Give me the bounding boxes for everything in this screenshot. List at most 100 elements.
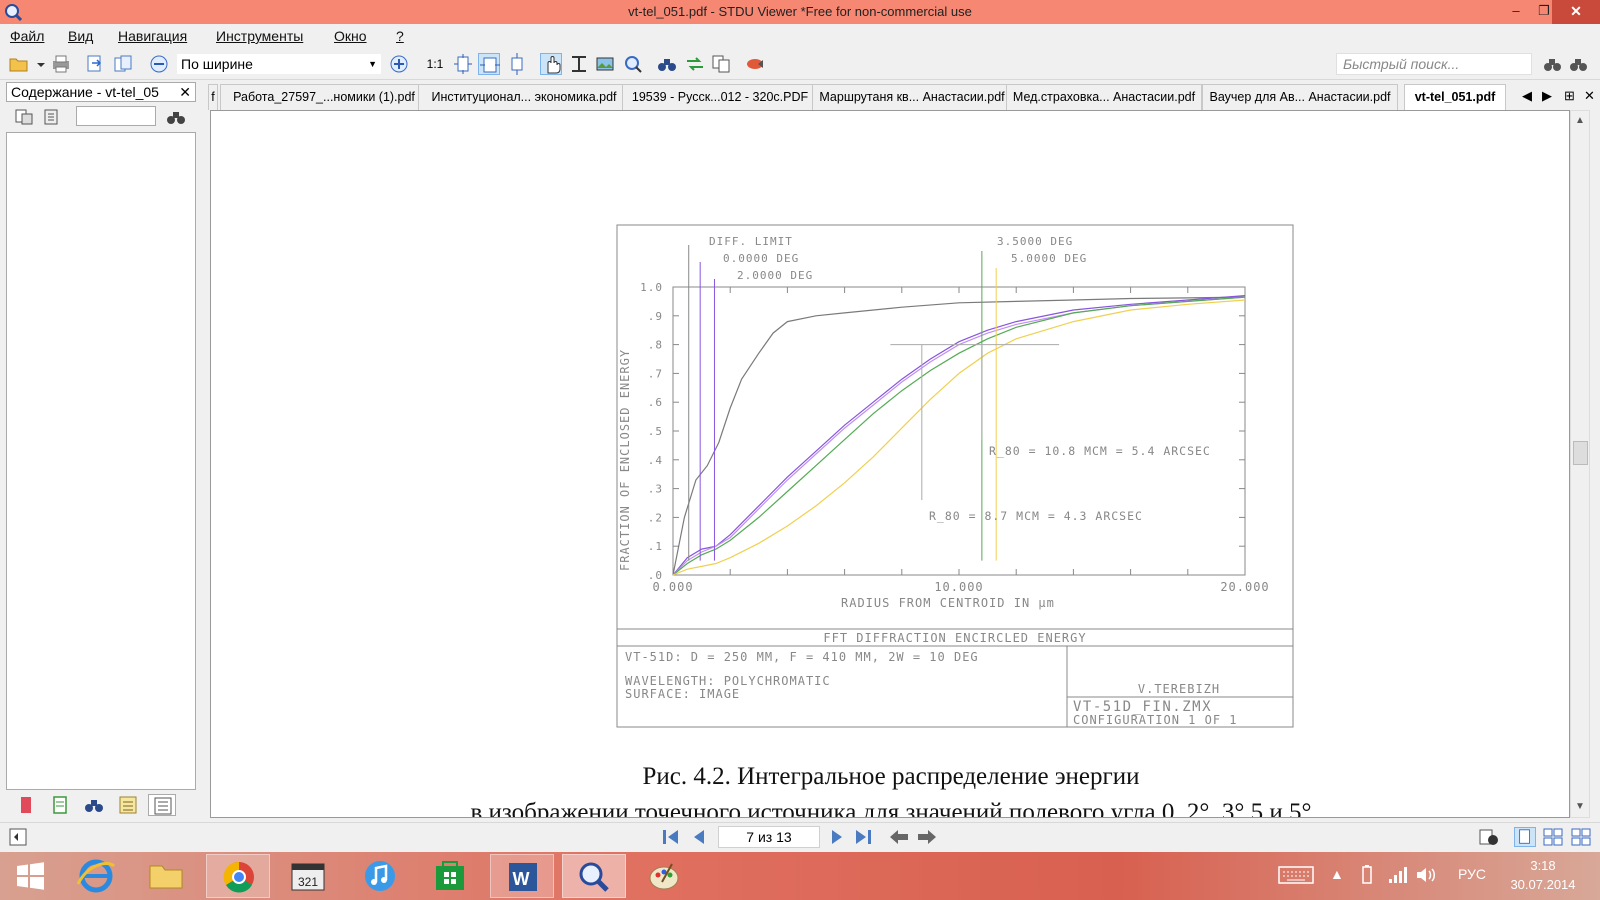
- history-back-icon[interactable]: [888, 827, 910, 847]
- keyboard-icon[interactable]: [1278, 864, 1314, 889]
- bookmarks-tab-icon[interactable]: [12, 794, 40, 816]
- magnifier-tool-icon[interactable]: [622, 53, 644, 75]
- internet-explorer-icon[interactable]: [64, 854, 128, 898]
- image-select-icon[interactable]: [594, 53, 616, 75]
- zoom-out-icon[interactable]: [148, 53, 170, 75]
- stdu-viewer-icon[interactable]: [562, 854, 626, 898]
- single-page-view-icon[interactable]: [1514, 827, 1536, 847]
- close-tab-icon[interactable]: ✕: [1584, 84, 1595, 108]
- hand-tool-icon[interactable]: [540, 53, 562, 75]
- tab-document[interactable]: Работа_27597_...номики (1).pdf: [220, 84, 428, 110]
- fit-page-icon[interactable]: [452, 53, 474, 75]
- paint-icon[interactable]: [632, 854, 696, 898]
- store-icon[interactable]: [418, 854, 482, 898]
- contents-tree[interactable]: [6, 132, 196, 790]
- menu-navigation[interactable]: Навигация: [118, 28, 187, 44]
- annotations-tab-icon[interactable]: [114, 794, 142, 816]
- legend-deg2: 2.0000 DEG: [737, 269, 813, 282]
- y-tick-label: .6: [648, 396, 663, 409]
- actual-size-button[interactable]: 1:1: [424, 53, 446, 75]
- menu-window[interactable]: Окно: [334, 28, 367, 44]
- volume-icon[interactable]: [1414, 864, 1436, 889]
- open-folder-icon[interactable]: [8, 53, 30, 75]
- input-language[interactable]: РУС: [1458, 866, 1486, 882]
- media-player-classic-icon[interactable]: 321: [276, 854, 340, 898]
- search-tab-icon[interactable]: [80, 794, 108, 816]
- two-page-view-icon[interactable]: [1542, 827, 1564, 847]
- thumbnails-tab-icon[interactable]: [46, 794, 74, 816]
- tab-document[interactable]: f: [208, 84, 218, 110]
- vertical-scrollbar[interactable]: ▲ ▼: [1570, 110, 1590, 818]
- close-button[interactable]: ✕: [1552, 0, 1600, 24]
- contents-toolbar: [6, 104, 196, 130]
- search-next-icon[interactable]: [1568, 53, 1590, 75]
- next-page-icon[interactable]: [826, 827, 848, 847]
- expand-all-icon[interactable]: [14, 108, 34, 126]
- zoom-in-icon[interactable]: [388, 53, 410, 75]
- document-view[interactable]: .0.1.2.3.4.5.6.7.8.9 1.0 0.000 10.000 20.000…: [210, 110, 1570, 818]
- page-number-field[interactable]: 7 из 13: [718, 826, 820, 848]
- tab-document[interactable]: Институционал... экономика.pdf: [418, 84, 630, 110]
- itunes-icon[interactable]: [348, 854, 412, 898]
- export-icon[interactable]: [84, 53, 106, 75]
- print-icon[interactable]: [50, 53, 72, 75]
- grid-view-icon[interactable]: [1570, 827, 1592, 847]
- history-forward-icon[interactable]: [916, 827, 938, 847]
- menu-view[interactable]: Вид: [68, 28, 93, 44]
- binoculars-icon[interactable]: [656, 53, 678, 75]
- scroll-thumb[interactable]: [1573, 441, 1588, 465]
- tab-scroll-right-icon[interactable]: ▶: [1542, 84, 1552, 108]
- zoom-mode-value: По ширине: [181, 56, 253, 72]
- zoom-mode-select[interactable]: По ширине ▼: [176, 53, 382, 75]
- contents-tab-icon[interactable]: [148, 794, 176, 816]
- start-button-icon[interactable]: [2, 854, 58, 898]
- clock-time: 3:18: [1530, 858, 1556, 873]
- window-title: vt-tel_051.pdf - STDU Viewer *Free for n…: [628, 4, 972, 19]
- tab-document[interactable]: Маршрутаня кв... Анастасии.pdf: [812, 84, 1012, 110]
- tab-document[interactable]: 19539 - Русск...012 - 320с.PDF: [622, 84, 818, 110]
- tab-document[interactable]: Мед.страховка... Анастасии.pdf: [1006, 84, 1202, 110]
- bookmark-add-icon[interactable]: [744, 53, 766, 75]
- legend-deg0: 0.0000 DEG: [723, 252, 799, 265]
- menu-file[interactable]: Файл: [10, 28, 44, 44]
- fit-width-icon[interactable]: [478, 53, 500, 75]
- previous-page-icon[interactable]: [688, 827, 710, 847]
- tab-scroll-left-icon[interactable]: ◀: [1522, 84, 1532, 108]
- file-explorer-icon[interactable]: [134, 854, 198, 898]
- copy-page-icon[interactable]: [112, 53, 134, 75]
- chrome-icon[interactable]: [206, 854, 270, 898]
- scroll-up-icon[interactable]: ▲: [1575, 115, 1585, 126]
- tab-list-icon[interactable]: ⊞: [1564, 84, 1575, 108]
- last-page-icon[interactable]: [852, 827, 874, 847]
- copy-icon[interactable]: [710, 53, 732, 75]
- toggle-panel-icon[interactable]: [8, 827, 30, 847]
- x-axis-label: RADIUS FROM CENTROID IN µm: [841, 596, 1055, 610]
- x-tick-label: 0.000: [652, 580, 693, 594]
- close-icon[interactable]: ✕: [179, 83, 191, 101]
- first-page-icon[interactable]: [660, 827, 682, 847]
- annotation-r80-35deg: R_80 = 8.7 MCM = 4.3 ARCSEC: [929, 509, 1143, 523]
- network-icon[interactable]: [1386, 864, 1408, 889]
- scroll-down-icon[interactable]: ▼: [1575, 801, 1585, 812]
- menu-help[interactable]: ?: [396, 28, 404, 44]
- contents-search-input[interactable]: [76, 106, 156, 126]
- word-icon[interactable]: W: [490, 854, 554, 898]
- go-to-icon[interactable]: [684, 53, 706, 75]
- title-bar: vt-tel_051.pdf - STDU Viewer *Free for n…: [0, 0, 1600, 24]
- tab-document[interactable]: Ваучер для Ав... Анастасии.pdf: [1202, 84, 1398, 110]
- text-select-icon[interactable]: [568, 53, 590, 75]
- y-tick-label: .8: [648, 339, 663, 352]
- tab-document-active[interactable]: vt-tel_051.pdf: [1404, 84, 1506, 110]
- collapse-all-icon[interactable]: [42, 108, 62, 126]
- power-icon[interactable]: [1360, 864, 1374, 889]
- menu-tools[interactable]: Инструменты: [216, 28, 303, 44]
- settings-icon[interactable]: [1478, 827, 1500, 847]
- open-dropdown-icon[interactable]: [30, 53, 45, 75]
- minimize-button[interactable]: –: [1502, 0, 1530, 24]
- binoculars-icon[interactable]: [166, 108, 186, 126]
- fit-height-icon[interactable]: [506, 53, 528, 75]
- quick-search-input[interactable]: Быстрый поиск...: [1336, 53, 1532, 75]
- clock[interactable]: 3:18 30.07.2014: [1498, 856, 1588, 894]
- show-hidden-icons-icon[interactable]: ▲: [1330, 866, 1344, 882]
- search-prev-icon[interactable]: [1542, 53, 1564, 75]
